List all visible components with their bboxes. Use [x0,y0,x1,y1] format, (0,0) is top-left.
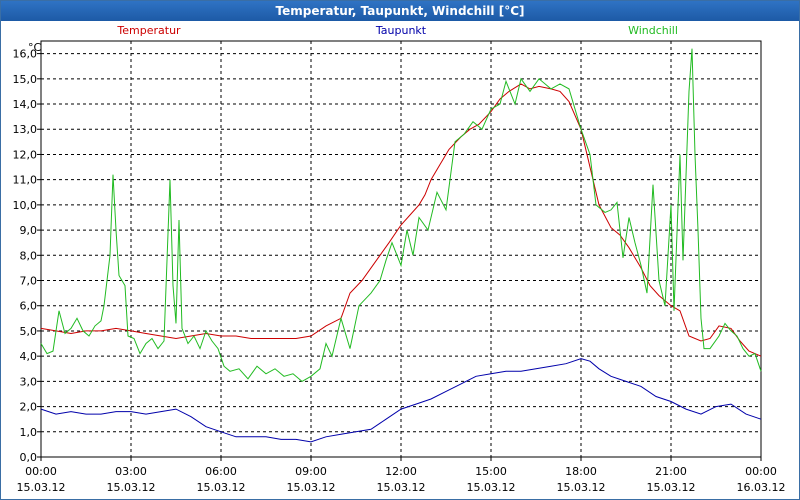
y-tick-label: 7,0 [20,275,38,288]
series-line-temperatur [40,83,762,357]
y-tick-label: 11,0 [13,174,38,187]
y-tick-label: 2,0 [20,401,38,414]
x-tick-time: 00:00 [745,465,777,478]
y-axis-ticks: 0,0 1,0 2,0 3,0 4,0 5,0 6,0 7,0 8,0 9,0 10,0 11,0 12… [13,48,41,464]
y-tick-label: 1,0 [20,426,38,439]
window-title: Temperatur, Taupunkt, Windchill [°C] [1,1,799,21]
x-tick-time: 18:00 [565,465,597,478]
y-axis-unit-label: °C [28,41,42,54]
y-tick-label: 10,0 [13,199,38,212]
legend-item-taupunkt: Taupunkt [375,24,427,37]
y-tick-label: 13,0 [13,123,38,136]
chart-window: Temperatur, Taupunkt, Windchill [°C] 0,0… [0,0,800,500]
legend: Temperatur Taupunkt Windchill [116,24,678,37]
x-tick-date: 15.03.12 [647,481,696,494]
y-tick-label: 4,0 [20,350,38,363]
x-tick-date: 15.03.12 [197,481,246,494]
y-tick-label: 14,0 [13,98,38,111]
y-tick-label: 6,0 [20,300,38,313]
line-chart: 0,0 1,0 2,0 3,0 4,0 5,0 6,0 7,0 8,0 9,0 10,0 11,0 12… [13,24,786,494]
y-tick-label: 0,0 [20,451,38,464]
x-tick-date: 15.03.12 [377,481,426,494]
y-tick-label: 12,0 [13,148,38,161]
x-tick-date: 16.03.12 [737,481,786,494]
x-tick-date: 15.03.12 [557,481,606,494]
x-tick-date: 15.03.12 [467,481,516,494]
x-axis-ticks: 00:00 15.03.12 03:00 15.03.12 06:00 15.03.12 0… [17,457,786,494]
y-tick-label: 15,0 [13,73,38,86]
x-tick-time: 12:00 [385,465,417,478]
y-tick-label: 5,0 [20,325,38,338]
x-tick-time: 21:00 [655,465,687,478]
x-tick-time: 03:00 [115,465,147,478]
x-tick-time: 15:00 [475,465,507,478]
y-tick-label: 3,0 [20,375,38,388]
x-tick-date: 15.03.12 [287,481,336,494]
x-tick-time: 09:00 [295,465,327,478]
x-tick-time: 00:00 [25,465,57,478]
x-tick-date: 15.03.12 [17,481,66,494]
x-tick-time: 06:00 [205,465,237,478]
y-tick-label: 9,0 [20,224,38,237]
legend-item-temperatur: Temperatur [116,24,181,37]
x-tick-date: 15.03.12 [107,481,156,494]
legend-item-windchill: Windchill [628,24,678,37]
y-tick-label: 8,0 [20,249,38,262]
